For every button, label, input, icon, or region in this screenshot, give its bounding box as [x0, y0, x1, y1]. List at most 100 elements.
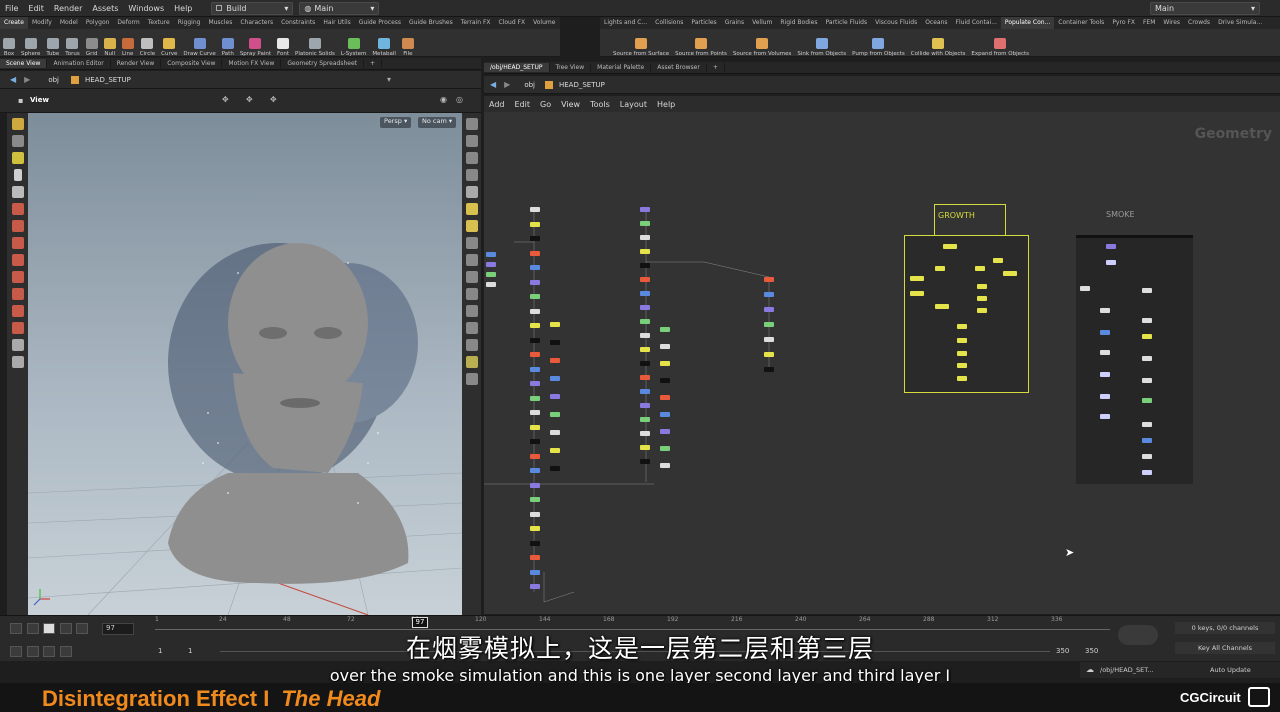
network-node[interactable]: [550, 430, 560, 435]
handle-icon[interactable]: ✥: [270, 95, 277, 104]
pane-tab[interactable]: Animation Editor: [47, 59, 111, 68]
shelf-tool-button[interactable]: Spray Paint: [237, 38, 274, 57]
network-menu-tools[interactable]: Tools: [585, 100, 615, 109]
network-node[interactable]: [640, 277, 650, 282]
shelf-tool-button[interactable]: Torus: [62, 38, 82, 57]
add-tab-icon[interactable]: +: [364, 59, 383, 68]
shelf-tool-button[interactable]: Box: [0, 38, 18, 57]
menu-item-help[interactable]: Help: [169, 4, 197, 13]
growth-node[interactable]: [977, 296, 987, 301]
growth-node[interactable]: [957, 351, 967, 356]
network-node[interactable]: [486, 262, 496, 267]
shelf-tab[interactable]: Particle Fluids: [822, 17, 872, 29]
view-label[interactable]: View: [30, 96, 49, 104]
current-frame-marker[interactable]: 97: [412, 617, 428, 628]
shelf-tool-button[interactable]: Metaball: [369, 38, 399, 57]
network-node[interactable]: [764, 367, 774, 372]
uv-icon[interactable]: [465, 288, 478, 300]
growth-node[interactable]: [975, 266, 985, 271]
network-node[interactable]: [530, 410, 540, 415]
shelf-tool-button[interactable]: L-System: [338, 38, 369, 57]
network-node[interactable]: [660, 446, 670, 451]
visibility-icon[interactable]: ◎: [456, 95, 463, 104]
network-node[interactable]: [660, 344, 670, 349]
shading-icon[interactable]: [465, 135, 478, 147]
smoke-node[interactable]: [1142, 398, 1152, 403]
network-node[interactable]: [530, 395, 540, 401]
smoke-node[interactable]: [1142, 356, 1152, 361]
cam-select-button[interactable]: No cam ▾: [418, 117, 457, 128]
network-node[interactable]: [530, 279, 540, 285]
screenshot-icon[interactable]: [465, 373, 478, 385]
display-options-icon[interactable]: ✥: [222, 95, 229, 104]
smoke-node[interactable]: [1100, 330, 1110, 335]
smoke-node[interactable]: [1106, 244, 1116, 249]
shelf-tool-button[interactable]: Source from Points: [672, 38, 730, 57]
shelf-tab[interactable]: Cloud FX: [495, 17, 530, 29]
pane-tab[interactable]: /obj/HEAD_SETUP: [484, 63, 550, 72]
network-node[interactable]: [764, 352, 774, 357]
shelf-tab[interactable]: Guide Brushes: [405, 17, 457, 29]
smoke-node[interactable]: [1142, 470, 1152, 475]
shelf-tool-button[interactable]: Collide with Objects: [908, 38, 969, 57]
shelf-tool-button[interactable]: Sink from Objects: [794, 38, 849, 57]
smoke-node[interactable]: [1080, 286, 1090, 291]
points-icon[interactable]: [465, 237, 478, 249]
right-desktop-select[interactable]: Main ▾: [1150, 1, 1260, 15]
shelf-tool-button[interactable]: Pump from Objects: [849, 38, 908, 57]
network-node[interactable]: [550, 358, 560, 363]
network-node[interactable]: [550, 448, 560, 453]
network-node[interactable]: [530, 265, 540, 270]
network-node[interactable]: [530, 424, 540, 430]
path-dropdown-icon[interactable]: ▾: [387, 75, 391, 84]
shelf-tool-button[interactable]: Grid: [83, 38, 101, 57]
normals-icon[interactable]: [465, 271, 478, 283]
select-tool-icon[interactable]: [11, 118, 24, 130]
growth-node[interactable]: [957, 338, 967, 343]
network-node[interactable]: [640, 207, 650, 212]
network-node[interactable]: [530, 439, 540, 444]
add-tab-icon[interactable]: +: [707, 63, 725, 72]
lock-icon[interactable]: [11, 186, 24, 198]
grid-layout-icon[interactable]: [465, 356, 478, 368]
snap-grid-icon[interactable]: [11, 271, 24, 283]
smoke-node[interactable]: [1142, 422, 1152, 427]
network-node[interactable]: [530, 381, 540, 386]
pointer-icon[interactable]: [13, 169, 22, 181]
smoke-node[interactable]: [1100, 308, 1110, 313]
network-node[interactable]: [550, 376, 560, 381]
back-icon[interactable]: ◀: [490, 80, 496, 89]
shelf-tab[interactable]: Container Tools: [1054, 17, 1108, 29]
smoke-node[interactable]: [1100, 372, 1110, 377]
smoke-node[interactable]: [1100, 394, 1110, 399]
handle-tool-icon[interactable]: [11, 152, 24, 164]
growth-box-tab[interactable]: GROWTH: [934, 204, 1006, 237]
network-node[interactable]: [764, 337, 774, 342]
display-mode-icon[interactable]: [465, 118, 478, 130]
network-node[interactable]: [550, 340, 560, 345]
light2-icon[interactable]: [465, 220, 478, 232]
view-tool-icon[interactable]: [11, 135, 24, 147]
network-node[interactable]: [530, 250, 540, 256]
smoke-node[interactable]: [1142, 438, 1152, 443]
shelf-tab[interactable]: Characters: [236, 17, 277, 29]
network-node[interactable]: [530, 453, 540, 459]
shelf-tab[interactable]: Rigid Bodies: [776, 17, 821, 29]
pane-tab[interactable]: Render View: [111, 59, 162, 68]
network-node[interactable]: [764, 307, 774, 312]
growth-network-box[interactable]: [904, 235, 1029, 393]
smoke-node[interactable]: [1142, 318, 1152, 323]
translate-icon[interactable]: [11, 203, 24, 215]
network-menu-layout[interactable]: Layout: [615, 100, 652, 109]
network-node[interactable]: [530, 352, 540, 357]
pane-tab[interactable]: Motion FX View: [222, 59, 282, 68]
ghost-icon[interactable]: [465, 186, 478, 198]
orient-icon[interactable]: [11, 305, 24, 317]
network-node[interactable]: [530, 468, 540, 473]
smoke-node[interactable]: [1142, 378, 1152, 383]
network-node[interactable]: [640, 235, 650, 240]
shelf-tab[interactable]: Drive Simula...: [1214, 17, 1266, 29]
smoke-node[interactable]: [1100, 414, 1110, 419]
network-node[interactable]: [764, 277, 774, 282]
growth-node[interactable]: [943, 244, 957, 249]
